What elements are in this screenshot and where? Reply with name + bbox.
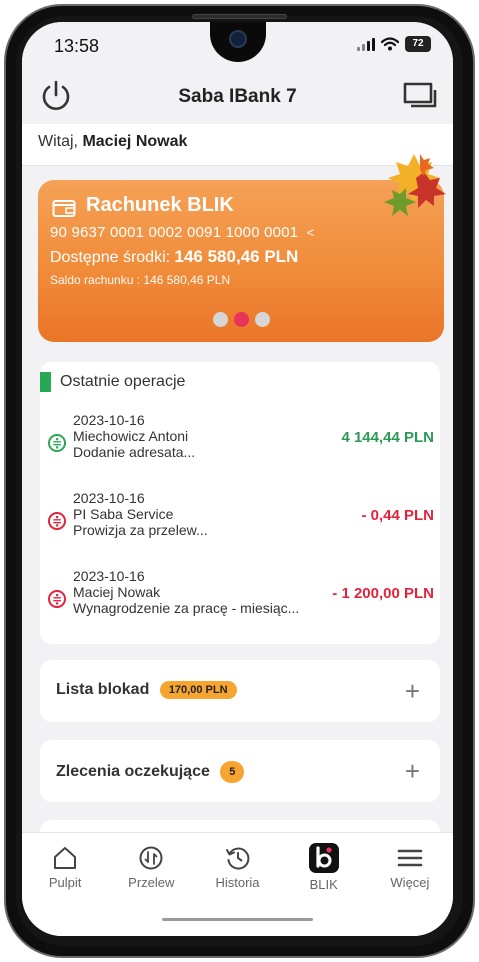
earpiece-speaker [192,14,287,19]
account-balance: Saldo rachunku : 146 580,46 PLN [50,273,230,287]
greeting-prefix: Witaj, [38,133,78,150]
recent-operations-header: Ostatnie operacje [40,372,185,392]
tab-label: Przelew [128,875,175,890]
operation-description: Wynagrodzenie za pracę - miesiąc... [73,600,300,616]
carousel-dot[interactable] [212,312,228,327]
tab-label: Więcej [390,875,430,890]
recent-operations-panel: Ostatnie operacje ≑ 2023-10-16 Miechowic… [40,362,440,644]
autumn-leaves-icon [384,154,446,216]
operation-description: Prowizja za przelew... [73,522,208,538]
tab-pulpit[interactable]: Pulpit [22,833,108,898]
messages-icon[interactable] [401,78,439,114]
operation-row[interactable]: ≑ 2023-10-16 Miechowicz Antoni Dodanie a… [40,412,440,472]
carousel-dot-active[interactable] [233,312,249,327]
pending-label: Zlecenia oczekujące [56,763,210,780]
battery-icon: 72 [405,36,431,52]
history-icon [225,847,249,870]
home-indicator[interactable] [162,918,313,921]
status-time: 13:58 [54,36,100,56]
operation-date: 2023-10-16 [73,412,145,428]
pending-count-badge: 5 [220,761,245,783]
carousel-dots[interactable] [38,312,444,327]
app-title: Saba IBank 7 [178,86,297,107]
operation-date: 2023-10-16 [73,490,145,506]
transfer-out-icon: ≑ [48,512,66,530]
operation-description: Dodanie adresata... [73,444,196,460]
tab-wiecej[interactable]: Więcej [367,833,453,898]
operation-date: 2023-10-16 [73,568,145,584]
blocks-amount-badge: 170,00 PLN [159,681,237,699]
operation-details: 2023-10-16 Maciej Nowak Wynagrodzenie za… [73,568,299,616]
saldo-label: Saldo rachunku : [50,273,141,287]
available-funds: Dostępne środki: 146 580,46 PLN [50,247,298,267]
camera-notch [210,22,266,62]
app-header: Saba IBank 7 [22,70,453,124]
wifi-icon [381,37,399,51]
operation-amount: - 0,44 PLN [361,507,434,524]
blocks-label: Lista blokad [56,681,150,698]
wallet-icon [52,200,76,217]
operation-party: Miechowicz Antoni [73,428,189,444]
status-bar: 13:58 72 [22,22,453,70]
tab-przelew[interactable]: Przelew [108,833,194,898]
home-icon [54,847,77,869]
blocks-panel[interactable]: Lista blokad 170,00 PLN + [40,660,440,722]
signal-icon [357,37,375,51]
operation-party: PI Saba Service [73,506,174,522]
app-screen: 13:58 72 Saba IBank 7 Witaj, Maciej Nowa… [22,22,453,936]
transfer-out-icon: ≑ [48,590,66,608]
available-label: Dostępne środki: [50,249,171,266]
operation-details: 2023-10-16 PI Saba Service Prowizja za p… [73,490,208,538]
system-navigation-bar [22,898,453,936]
operation-party: Maciej Nowak [73,584,161,600]
blocks-label-row: Lista blokad 170,00 PLN [56,681,237,699]
user-name: Maciej Nowak [82,133,188,150]
tab-historia[interactable]: Historia [194,833,280,898]
saldo-value: 146 580,46 PLN [143,273,231,287]
blik-icon [308,843,339,873]
status-icons: 72 [357,36,431,52]
pending-label-row: Zlecenia oczekujące 5 [56,761,245,783]
tab-blik[interactable]: BLIK [281,833,367,898]
operation-details: 2023-10-16 Miechowicz Antoni Dodanie adr… [73,412,195,460]
operation-amount: 4 144,44 PLN [341,429,434,446]
transfer-in-icon: ≑ [48,434,66,452]
account-name: Rachunek BLIK [86,194,234,216]
operation-amount: - 1 200,00 PLN [332,585,434,602]
operation-row[interactable]: ≑ 2023-10-16 PI Saba Service Prowizja za… [40,490,440,550]
bottom-tab-bar: Pulpit Przelew Historia BLIK Więcej [22,832,453,898]
tab-label: Historia [215,875,260,890]
account-number-row: 90 9637 0001 0002 0091 1000 0001 < [50,224,314,241]
operation-row[interactable]: ≑ 2023-10-16 Maciej Nowak Wynagrodzenie … [40,568,440,628]
share-icon[interactable]: < [307,225,315,240]
carousel-dot[interactable] [254,312,270,327]
transfer-icon [139,846,163,870]
recent-operations-title: Ostatnie operacje [60,373,186,390]
front-camera-icon [229,30,247,48]
tab-label: Pulpit [48,875,82,890]
section-marker [40,372,51,392]
pending-orders-panel[interactable]: Zlecenia oczekujące 5 + [40,740,440,802]
expand-plus-icon[interactable]: + [405,756,420,787]
tab-label: BLIK [309,877,338,892]
available-value: 146 580,46 PLN [174,247,299,266]
expand-plus-icon[interactable]: + [405,676,420,707]
account-number: 90 9637 0001 0002 0091 1000 0001 [50,224,299,241]
menu-icon [397,849,423,867]
